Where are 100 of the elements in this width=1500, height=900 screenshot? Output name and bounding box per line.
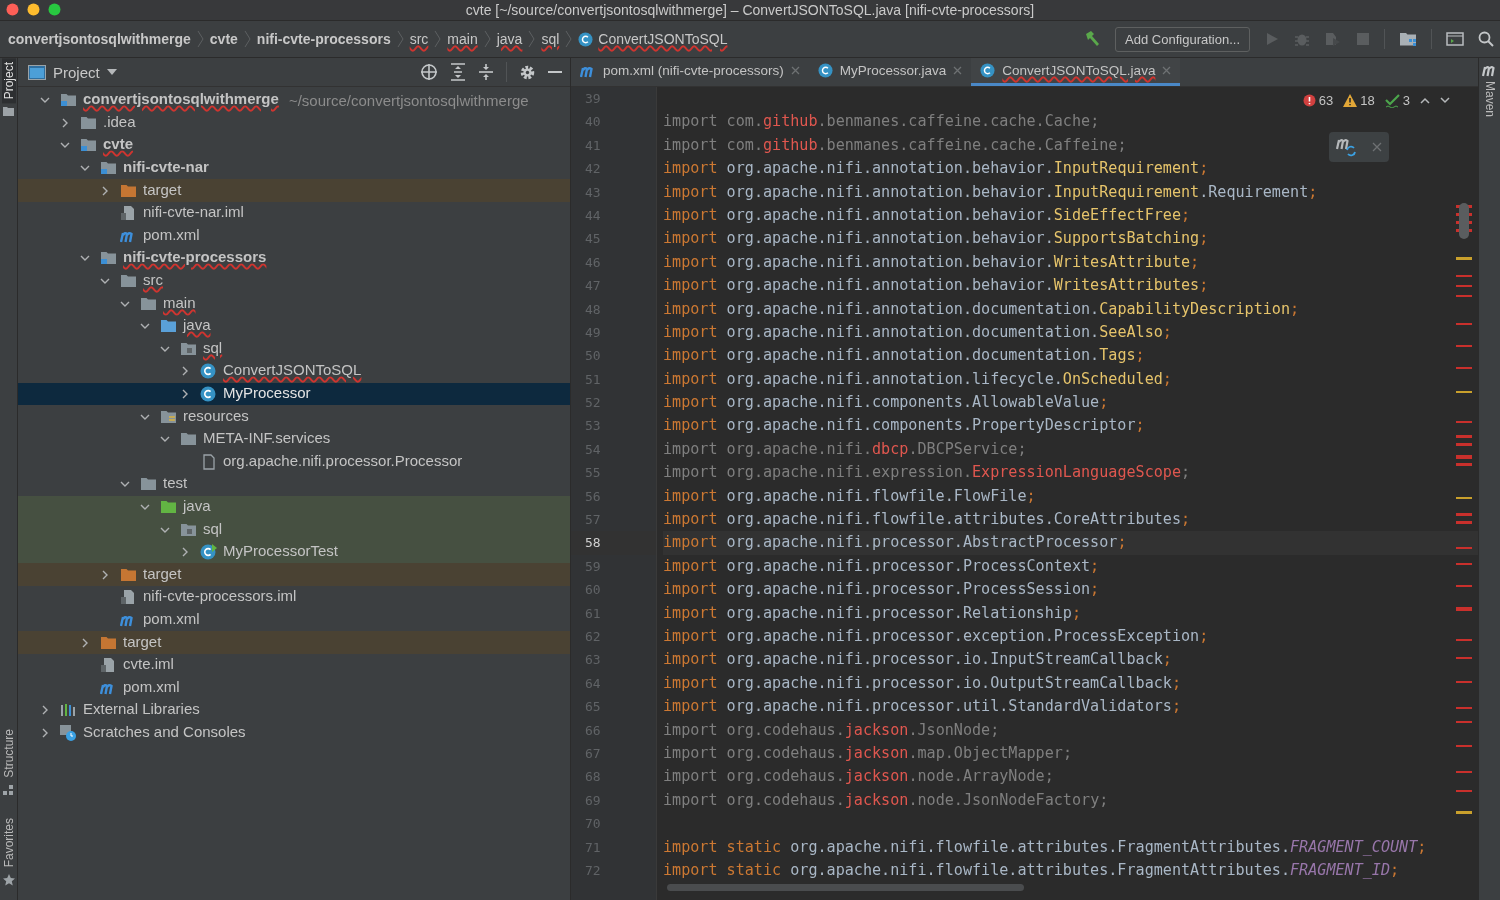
tree-item[interactable]: pom.xml bbox=[18, 224, 570, 248]
tree-item[interactable]: cvte bbox=[18, 134, 570, 157]
locate-icon[interactable] bbox=[420, 63, 438, 81]
breadcrumb-item[interactable]: main bbox=[447, 31, 478, 47]
code-line: import org.codehaus.jackson.JsonNode; bbox=[663, 720, 1000, 739]
breadcrumb-item[interactable]: src bbox=[409, 31, 429, 47]
package-icon bbox=[180, 340, 197, 357]
project-structure-icon[interactable] bbox=[1399, 31, 1417, 47]
breadcrumb-item[interactable]: sql bbox=[541, 31, 560, 47]
folder-icon bbox=[120, 566, 137, 583]
add-configuration-button[interactable]: Add Configuration... bbox=[1115, 26, 1250, 52]
hammer-icon[interactable] bbox=[1083, 30, 1102, 48]
module-folder-icon bbox=[80, 137, 97, 154]
module-file-icon bbox=[100, 657, 117, 674]
tool-window-button[interactable]: Structure bbox=[1, 724, 16, 782]
window-title: cvte [~/source/convertjsontosqlwithmerge] – ConvertJSONToSQL.java [nifi-cvte-processors] bbox=[465, 2, 1035, 18]
editor-tab[interactable]: pom.xml (nifi-cvte-processors) bbox=[571, 58, 809, 86]
tree-item[interactable]: target bbox=[18, 179, 570, 202]
code-line: import org.apache.nifi.processor.AbstractProcessor; bbox=[663, 533, 1127, 552]
minimize-icon[interactable] bbox=[548, 70, 562, 74]
tree-item[interactable]: MyProcessor bbox=[18, 382, 570, 406]
chevron-icon[interactable] bbox=[40, 727, 50, 738]
maven-icon bbox=[1481, 64, 1498, 77]
code-line: import org.apache.nifi.flowfile.FlowFile; bbox=[663, 486, 1036, 505]
maximize-window-button[interactable] bbox=[48, 3, 61, 16]
breadcrumb-item[interactable]: nifi-cvte-processors bbox=[256, 31, 391, 47]
chevron-icon[interactable] bbox=[100, 185, 110, 196]
window-icon bbox=[28, 64, 46, 80]
tree-item[interactable]: java bbox=[18, 314, 570, 338]
tree-item[interactable]: nifi-cvte-nar bbox=[18, 156, 570, 180]
tree-item[interactable]: MyProcessorTest bbox=[18, 540, 570, 564]
tree-item[interactable]: cvte.iml bbox=[18, 653, 570, 677]
tree-item[interactable]: Scratches and Consoles bbox=[18, 721, 570, 745]
inspection-count[interactable]: 3 bbox=[1384, 93, 1410, 108]
check-icon bbox=[1384, 93, 1400, 108]
tree-item[interactable]: pom.xml bbox=[18, 676, 570, 700]
tree-item[interactable]: nifi-cvte-nar.iml bbox=[18, 201, 570, 225]
chevron-icon[interactable] bbox=[60, 117, 70, 128]
tool-window-button[interactable]: Maven bbox=[1479, 58, 1500, 118]
tree-item[interactable]: External Libraries bbox=[18, 699, 570, 722]
editor-tab[interactable]: ConvertJSONToSQL.java bbox=[971, 58, 1181, 86]
path-hint: ~/source/convertjsontosqlwithmerge bbox=[288, 91, 529, 109]
maven-reload-icon[interactable] bbox=[1336, 137, 1358, 157]
settings-icon[interactable] bbox=[519, 63, 536, 81]
inspection-count[interactable]: 18 bbox=[1343, 93, 1375, 108]
code-line: import org.apache.nifi.expression.ExpressionLanguageScope; bbox=[663, 463, 1191, 482]
caret-icon bbox=[106, 69, 117, 75]
tree-item[interactable]: org.apache.nifi.processor.Processor bbox=[18, 450, 570, 474]
tree-item[interactable]: pom.xml bbox=[18, 608, 570, 632]
class-icon bbox=[578, 31, 594, 47]
code-line: import org.apache.nifi.annotation.documentation.CapabilityDescription; bbox=[663, 299, 1300, 318]
breadcrumb-item[interactable]: cvte bbox=[209, 31, 238, 47]
folder-icon bbox=[3, 106, 14, 117]
chevron-icon bbox=[243, 30, 251, 48]
breadcrumb-item[interactable]: ConvertJSONToSQL bbox=[578, 31, 728, 47]
code-line: import org.apache.nifi.components.PropertyDescriptor; bbox=[663, 416, 1145, 435]
tree-item[interactable]: nifi-cvte-processors.iml bbox=[18, 586, 570, 609]
tree-item[interactable]: .idea bbox=[18, 111, 570, 135]
project-view-dropdown[interactable]: Project bbox=[28, 63, 117, 81]
chevron-icon[interactable] bbox=[180, 389, 190, 399]
code-line: import org.apache.nifi.processor.ProcessContext; bbox=[663, 556, 1100, 575]
chevron-icon[interactable] bbox=[100, 569, 110, 580]
breadcrumb-item[interactable]: convertjsontosqlwithmerge bbox=[8, 31, 191, 47]
inspection-count[interactable]: 63 bbox=[1302, 93, 1334, 108]
tree-item[interactable]: ConvertJSONToSQL bbox=[18, 360, 570, 383]
collapse-all-icon[interactable] bbox=[478, 63, 494, 81]
tree-item[interactable]: main bbox=[18, 292, 570, 315]
code-line: import org.apache.nifi.processor.ProcessSession; bbox=[663, 580, 1100, 599]
chevron-icon[interactable] bbox=[180, 547, 190, 558]
editor-tab[interactable]: MyProcessor.java bbox=[808, 58, 972, 86]
tree-item[interactable]: test bbox=[18, 473, 570, 496]
chevron-icon[interactable] bbox=[80, 637, 90, 648]
chevron-icon[interactable] bbox=[180, 366, 190, 377]
expand-all-icon[interactable] bbox=[450, 63, 466, 81]
tool-window-button[interactable]: Project bbox=[1, 58, 16, 104]
tree-item[interactable]: target bbox=[18, 631, 570, 654]
tree-item[interactable]: resources bbox=[18, 405, 570, 428]
file-icon bbox=[200, 453, 217, 470]
code-line: import org.apache.nifi.annotation.behavior.SupportsBatching; bbox=[663, 229, 1209, 248]
tree-item[interactable]: target bbox=[18, 563, 570, 587]
module-folder-icon bbox=[100, 160, 117, 177]
close-window-button[interactable] bbox=[6, 3, 19, 16]
tree-item[interactable]: sql bbox=[18, 518, 570, 541]
folder-icon bbox=[180, 431, 197, 448]
tool-window-button[interactable]: Favorites bbox=[1, 813, 16, 871]
tree-item[interactable]: nifi-cvte-processors bbox=[18, 247, 570, 270]
tree-item[interactable]: convertjsontosqlwithmerge ~/source/convertjsontosqlwithmerge bbox=[18, 89, 570, 112]
breadcrumb-item[interactable]: java bbox=[496, 31, 523, 47]
search-icon[interactable] bbox=[1478, 31, 1494, 47]
scratches-icon bbox=[60, 724, 77, 741]
tree-item[interactable]: src bbox=[18, 269, 570, 293]
code-line: import org.apache.nifi.processor.util.StandardValidators; bbox=[663, 697, 1181, 716]
tree-item[interactable]: META-INF.services bbox=[18, 427, 570, 451]
tree-item[interactable]: sql bbox=[18, 337, 570, 361]
terminal-icon[interactable] bbox=[1446, 31, 1464, 47]
chevron-icon[interactable] bbox=[40, 705, 50, 716]
scrollbar-thumb[interactable] bbox=[667, 884, 1024, 892]
minimize-window-button[interactable] bbox=[27, 3, 40, 16]
chevron-icon[interactable] bbox=[140, 502, 150, 512]
tree-item[interactable]: java bbox=[18, 495, 570, 519]
